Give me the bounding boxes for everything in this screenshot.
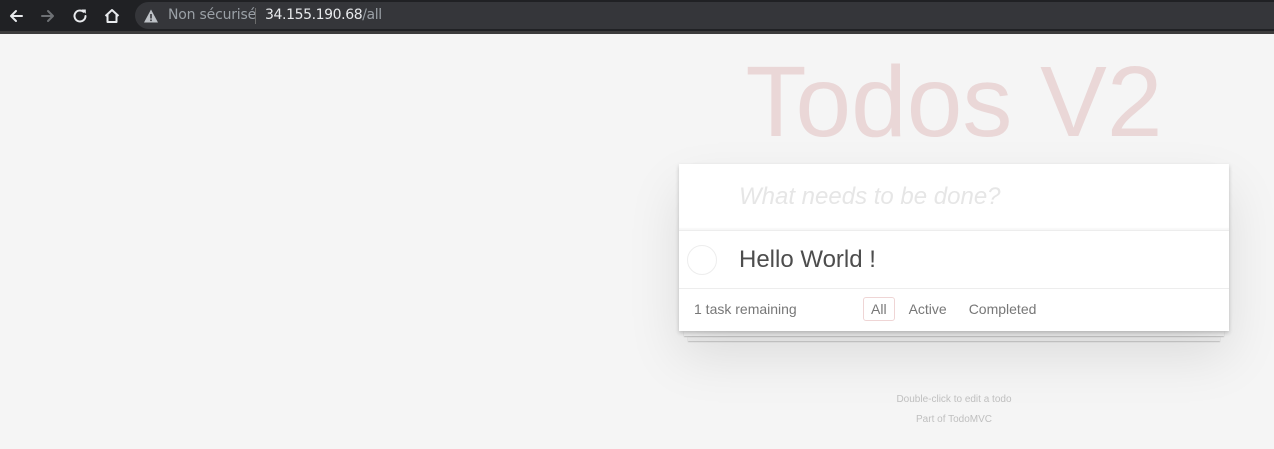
url-host: 34.155.190.68 (265, 7, 363, 23)
stacked-paper-shadow (688, 336, 1220, 341)
todo-app-panel: Hello World ! 1 task remaining All Activ… (679, 164, 1229, 331)
browser-toolbar: Non sécurisé 34.155.190.68/all (0, 0, 1274, 31)
arrow-right-icon (41, 10, 54, 22)
omnibox-divider (255, 8, 256, 24)
todo-footer: 1 task remaining All Active Completed (679, 289, 1229, 331)
stacked-paper-shadow (684, 331, 1224, 336)
warning-triangle-icon[interactable] (143, 8, 159, 24)
info-credit[interactable]: Part of TodoMVC (679, 414, 1229, 426)
arrow-left-icon (10, 10, 23, 22)
url-text[interactable]: 34.155.190.68/all (265, 7, 382, 23)
todo-list-item[interactable]: Hello World ! (679, 230, 1229, 289)
reload-button[interactable] (69, 5, 91, 27)
home-icon (104, 9, 120, 23)
filter-active[interactable]: Active (901, 297, 955, 321)
address-bar[interactable]: Non sécurisé 34.155.190.68/all (135, 2, 1274, 29)
reload-icon (73, 9, 87, 23)
info-edit-hint: Double-click to edit a todo (896, 394, 1012, 405)
todo-complete-toggle[interactable] (687, 245, 717, 275)
toolbar-separator (0, 31, 1274, 34)
security-status-label[interactable]: Non sécurisé (168, 7, 256, 23)
url-path: /all (362, 7, 382, 23)
back-button[interactable] (5, 5, 27, 27)
new-todo-input[interactable] (679, 164, 1229, 230)
todo-item-label[interactable]: Hello World ! (739, 245, 876, 275)
home-button[interactable] (101, 5, 123, 27)
filter-list: All Active Completed (863, 297, 1044, 321)
filter-all[interactable]: All (863, 297, 895, 321)
todo-count: 1 task remaining (694, 301, 797, 317)
filter-completed[interactable]: Completed (961, 297, 1045, 321)
app-title: Todos V2 (745, 46, 1163, 158)
forward-button[interactable] (37, 5, 59, 27)
